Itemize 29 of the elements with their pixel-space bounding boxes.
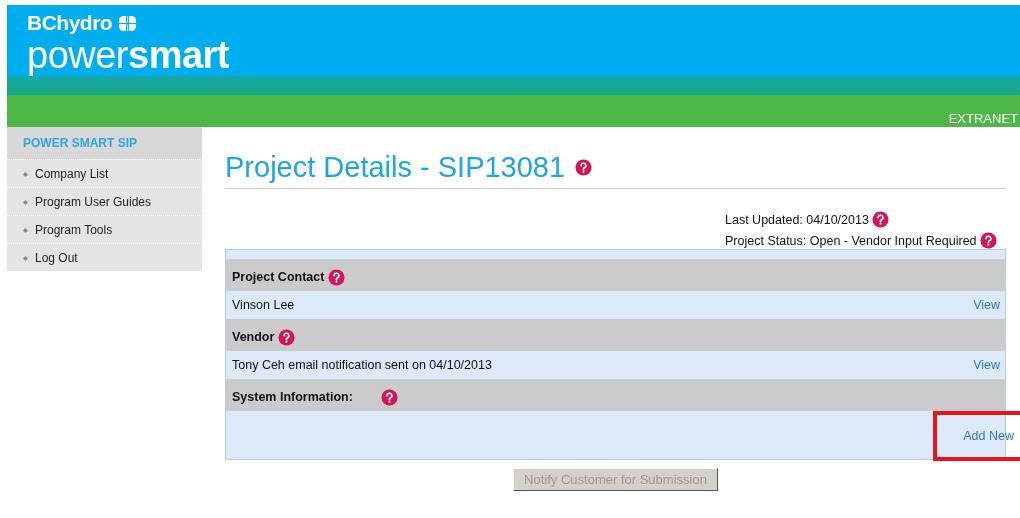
meta-text: Project Status: Open - Vendor Input Required [725, 233, 977, 248]
bullet-icon [23, 255, 28, 261]
sidebar-title: POWER SMART SIP [7, 127, 202, 159]
help-icon[interactable] [380, 388, 398, 406]
brand-name: BChydro [27, 11, 113, 35]
bullet-icon [23, 227, 28, 233]
bullet-icon [23, 199, 28, 205]
sidebar-item[interactable]: Company List [7, 159, 202, 187]
sidebar-item[interactable]: Program User Guides [7, 187, 202, 215]
extranet-label: EXTRANET [948, 111, 1019, 127]
help-icon[interactable] [979, 232, 997, 249]
section-title: System Information: [232, 390, 353, 404]
help-icon[interactable] [871, 211, 889, 228]
bullet-icon [23, 171, 28, 177]
help-icon[interactable] [328, 268, 346, 286]
logo-icon [118, 13, 138, 33]
help-icon[interactable] [278, 328, 296, 346]
product-name: powersmart [27, 35, 230, 75]
row-link[interactable]: View [973, 298, 1000, 312]
section-title: Vendor [232, 330, 275, 344]
row-text: Vinson Lee [232, 298, 295, 312]
sidebar-item[interactable]: Program Tools [7, 215, 202, 243]
section-title: Project Contact [232, 270, 325, 284]
row-text: Tony Ceh email notification sent on 04/10/2013 [232, 358, 492, 372]
row-link[interactable]: View [973, 358, 1000, 372]
help-icon[interactable] [575, 159, 593, 176]
meta-text: Last Updated: 04/10/2013 [725, 212, 869, 227]
sidebar-item[interactable]: Log Out [7, 243, 202, 271]
page-title: Project Details - SIP13081 [225, 151, 566, 184]
